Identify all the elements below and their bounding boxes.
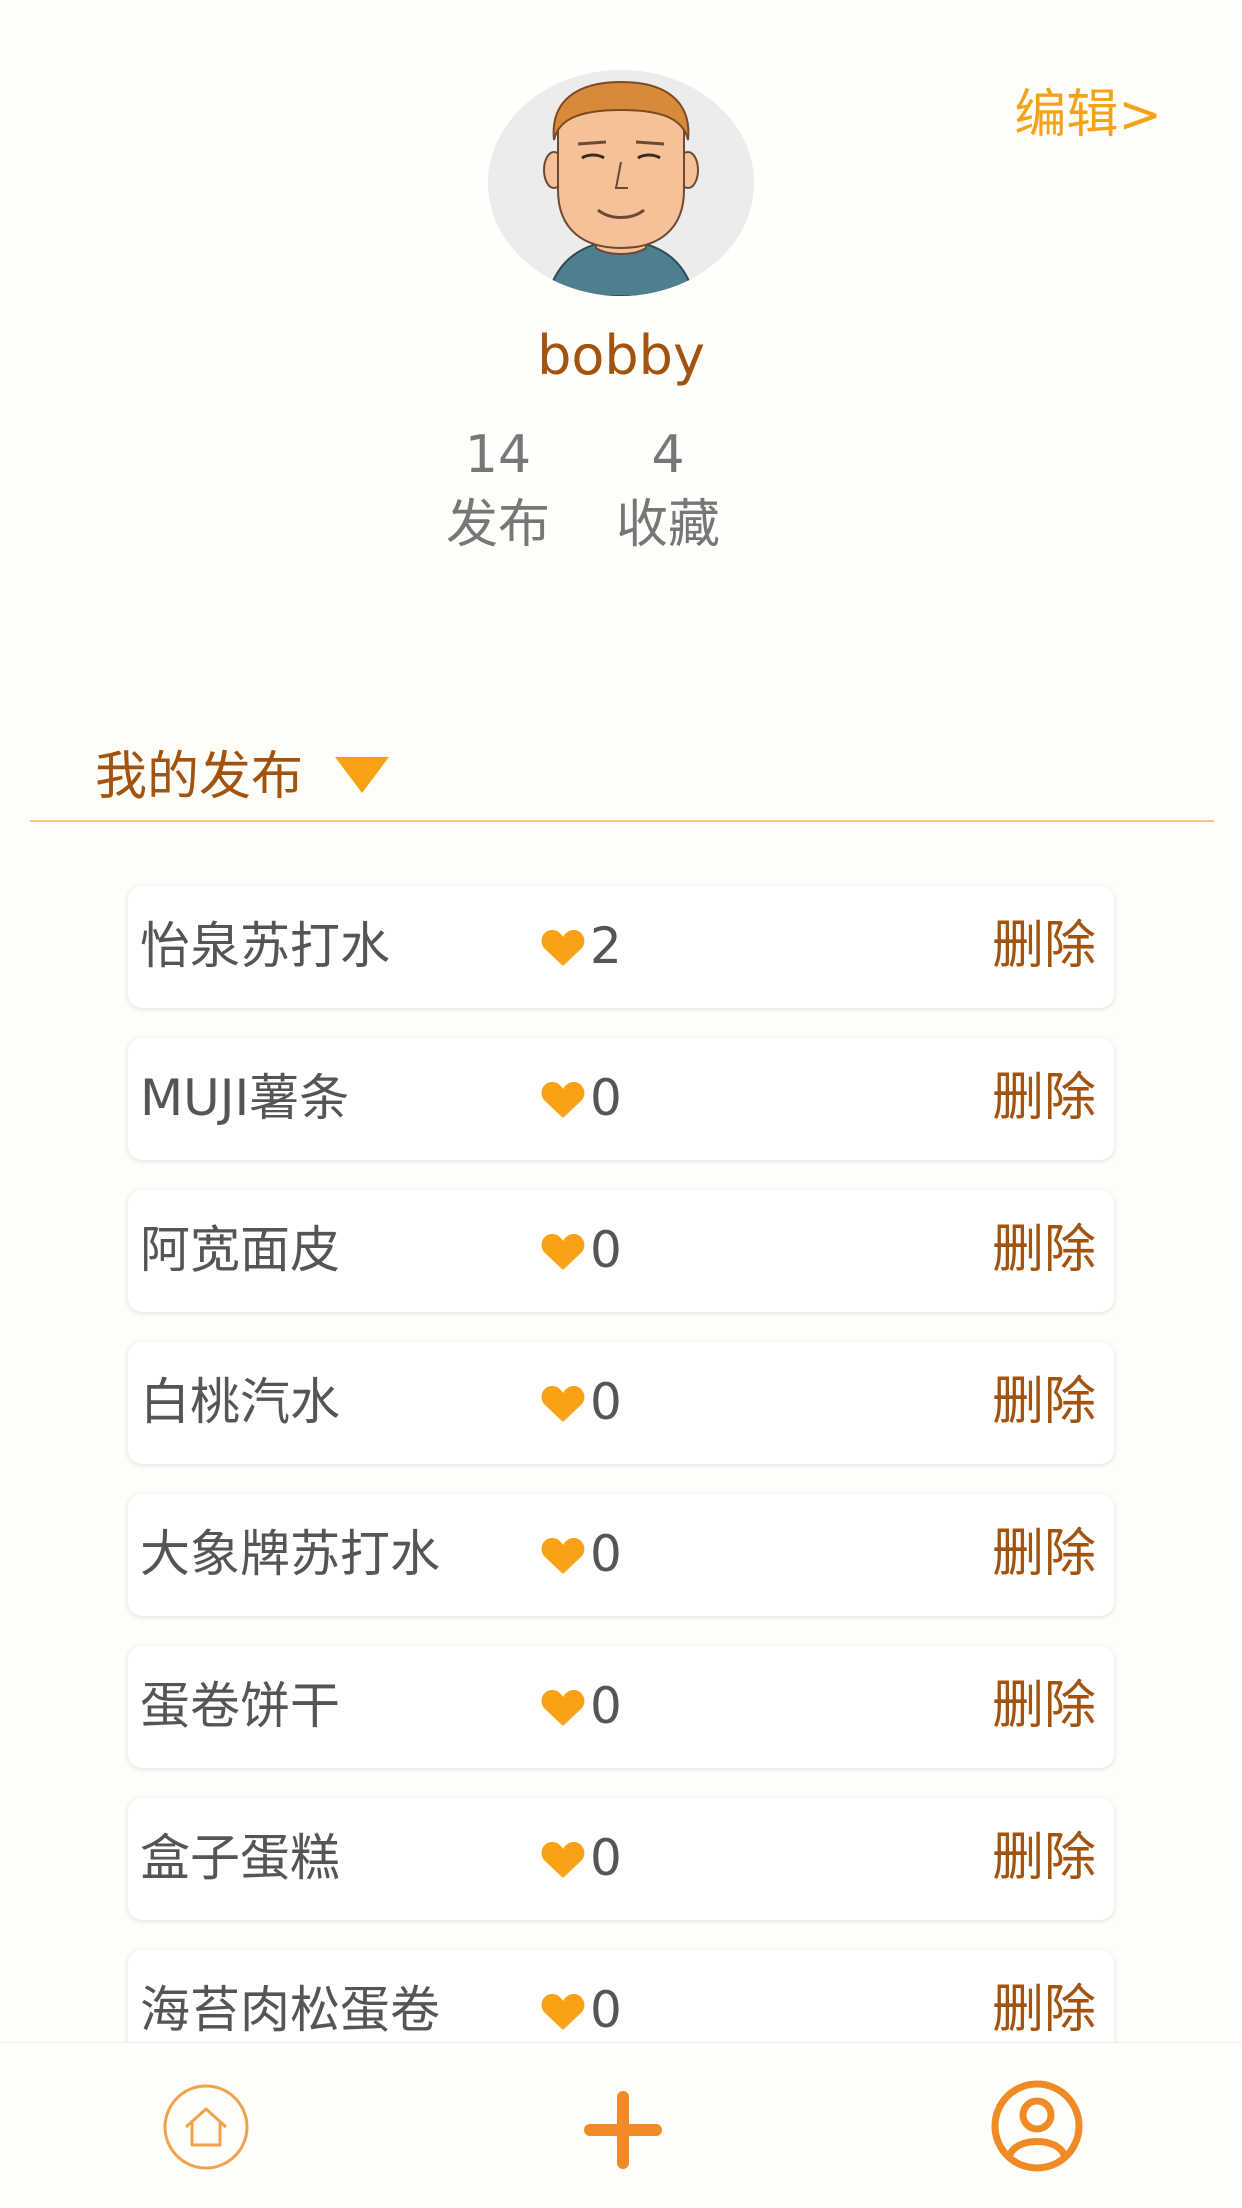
profile-icon <box>991 2080 1083 2172</box>
stat-posts-label: 发布 <box>445 495 550 555</box>
post-title: 怡泉苏打水 <box>140 917 390 975</box>
stat-posts[interactable]: 14 发布 <box>428 420 568 560</box>
like-count: 0 <box>590 1373 622 1431</box>
list-item[interactable]: 白桃汽水 0 删除 <box>128 1342 1114 1464</box>
delete-button[interactable]: 删除 <box>992 1366 1096 1438</box>
like-count: 0 <box>590 1069 622 1127</box>
post-title: MUJI薯条 <box>140 1069 350 1127</box>
delete-button[interactable]: 删除 <box>992 1518 1096 1590</box>
stat-favorites[interactable]: 4 收藏 <box>598 420 738 560</box>
list-item[interactable]: MUJI薯条 0 删除 <box>128 1038 1114 1160</box>
delete-button[interactable]: 删除 <box>992 1974 1096 2046</box>
section-divider <box>30 820 1214 822</box>
like-count: 0 <box>590 1677 622 1735</box>
post-title: 大象牌苏打水 <box>140 1525 440 1583</box>
bottom-tab-bar <box>0 2042 1242 2208</box>
post-title: 海苔肉松蛋卷 <box>140 1981 440 2039</box>
avatar-image <box>488 70 754 296</box>
heart-icon <box>541 1842 585 1878</box>
profile-card: 编辑> bobby 14 发布 4 收藏 <box>30 30 1212 598</box>
like-count: 0 <box>590 1829 622 1887</box>
stat-favorites-label: 收藏 <box>615 495 720 555</box>
stat-posts-count: 14 <box>464 425 532 485</box>
post-title: 阿宽面皮 <box>140 1221 340 1279</box>
delete-button[interactable]: 删除 <box>992 1822 1096 1894</box>
heart-icon <box>541 1690 585 1726</box>
list-item[interactable]: 盒子蛋糕 0 删除 <box>128 1798 1114 1920</box>
dropdown-triangle-icon[interactable] <box>335 757 389 793</box>
heart-icon <box>541 1386 585 1422</box>
post-title: 盒子蛋糕 <box>140 1829 340 1887</box>
heart-icon <box>541 1994 585 2030</box>
list-item[interactable]: 大象牌苏打水 0 删除 <box>128 1494 1114 1616</box>
list-item[interactable]: 蛋卷饼干 0 删除 <box>128 1646 1114 1768</box>
post-title: 蛋卷饼干 <box>140 1677 340 1735</box>
profile-page: 编辑> bobby 14 发布 4 收藏 我的发布 怡泉苏打水 2 删除 MUJ… <box>0 0 1242 2208</box>
like-count: 0 <box>590 1221 622 1279</box>
my-posts-title[interactable]: 我的发布 <box>95 742 303 812</box>
like-count: 0 <box>590 1981 622 2039</box>
heart-icon <box>541 1082 585 1118</box>
plus-icon <box>584 2091 662 2169</box>
list-item[interactable]: 阿宽面皮 0 删除 <box>128 1190 1114 1312</box>
heart-icon <box>541 1234 585 1270</box>
post-title: 白桃汽水 <box>140 1373 340 1431</box>
delete-button[interactable]: 删除 <box>992 1670 1096 1742</box>
heart-icon <box>541 930 585 966</box>
list-item[interactable]: 怡泉苏打水 2 删除 <box>128 886 1114 1008</box>
stat-favorites-count: 4 <box>651 425 685 485</box>
tab-add[interactable] <box>582 2089 664 2175</box>
tab-profile[interactable] <box>990 2079 1084 2177</box>
username: bobby <box>537 324 705 387</box>
heart-icon <box>541 1538 585 1574</box>
home-icon <box>163 2084 249 2170</box>
posts-list: 怡泉苏打水 2 删除 MUJI薯条 0 删除 阿宽面皮 0 删除 白桃汽水 0 … <box>128 886 1114 2102</box>
like-count: 0 <box>590 1525 622 1583</box>
delete-button[interactable]: 删除 <box>992 910 1096 982</box>
tab-home[interactable] <box>162 2083 250 2175</box>
delete-button[interactable]: 删除 <box>992 1062 1096 1134</box>
like-count: 2 <box>590 917 622 975</box>
delete-button[interactable]: 删除 <box>992 1214 1096 1286</box>
edit-profile-link[interactable]: 编辑> <box>1014 80 1162 150</box>
avatar[interactable] <box>488 70 754 296</box>
